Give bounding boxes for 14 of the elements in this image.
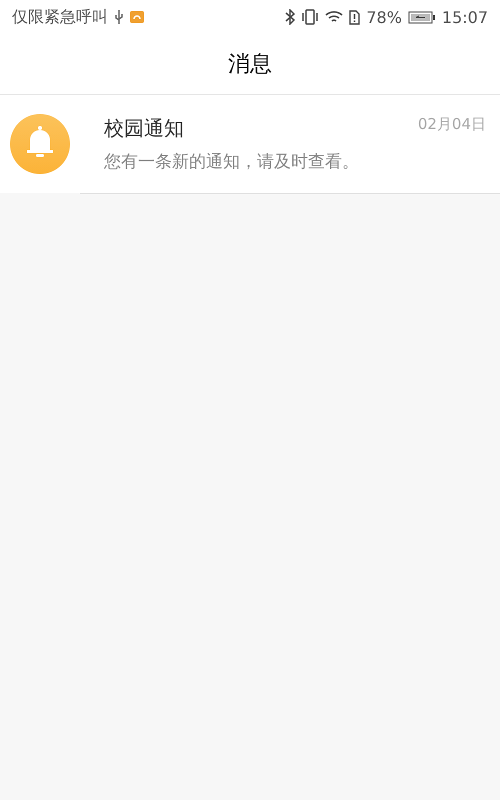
vibrate-icon xyxy=(301,9,320,25)
page-title: 消息 xyxy=(228,51,272,79)
message-preview: 您有一条新的通知，请及时查看。 xyxy=(104,150,360,172)
bell-icon xyxy=(10,114,70,174)
bluetooth-icon xyxy=(285,9,296,25)
clock-time: 15:07 xyxy=(442,8,488,26)
battery-percent: 78% xyxy=(366,8,402,26)
message-date: 02月04日 xyxy=(418,114,486,134)
message-item[interactable]: 校园通知 02月04日 您有一条新的通知，请及时查看。 xyxy=(0,95,500,193)
message-title: 校园通知 xyxy=(104,114,184,142)
carrier-text: 仅限紧急呼叫 xyxy=(12,6,108,28)
wifi-icon xyxy=(325,10,344,24)
sim-alert-icon xyxy=(349,10,360,24)
cast-icon xyxy=(130,11,144,23)
